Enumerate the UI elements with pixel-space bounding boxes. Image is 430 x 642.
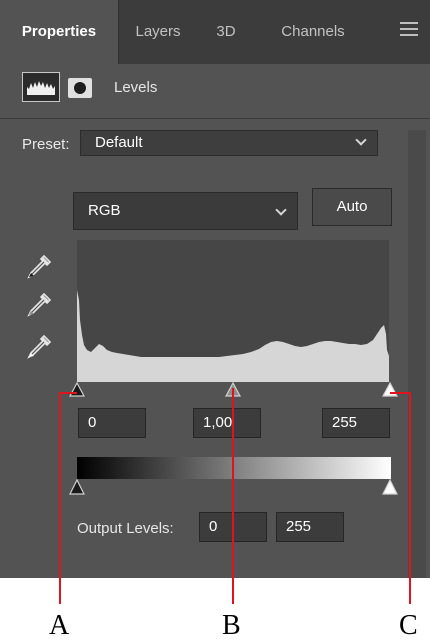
output-white-level-field[interactable]: 255 bbox=[276, 512, 344, 542]
panel-scrollbar[interactable] bbox=[408, 130, 426, 578]
black-point-eyedropper-icon[interactable] bbox=[24, 252, 54, 282]
adjustment-header bbox=[0, 64, 430, 118]
annotation-letter-c: C bbox=[399, 610, 418, 641]
chevron-down-icon bbox=[355, 134, 367, 146]
input-gamma-field[interactable]: 1,00 bbox=[193, 408, 261, 438]
channel-dropdown[interactable]: RGB bbox=[73, 192, 298, 230]
output-slider-track bbox=[69, 478, 398, 495]
white-output-slider[interactable] bbox=[382, 478, 398, 495]
histogram bbox=[77, 240, 389, 382]
properties-panel: Properties Layers 3D Channels Levels Pre… bbox=[0, 0, 430, 578]
tab-layers[interactable]: Layers bbox=[120, 0, 196, 64]
white-input-slider[interactable] bbox=[381, 381, 399, 397]
preset-dropdown[interactable]: Default bbox=[80, 130, 378, 156]
header-divider bbox=[0, 118, 430, 119]
output-black-level-field[interactable]: 0 bbox=[199, 512, 267, 542]
layer-mask-icon[interactable] bbox=[68, 78, 92, 98]
channel-value: RGB bbox=[88, 202, 121, 219]
annotation-letter-b: B bbox=[222, 610, 241, 641]
tab-properties[interactable]: Properties bbox=[0, 0, 119, 64]
tab-3d[interactable]: 3D bbox=[196, 0, 256, 64]
annotation-letter-a: A bbox=[49, 610, 70, 641]
chevron-down-icon bbox=[275, 204, 287, 216]
gray-point-eyedropper-icon[interactable] bbox=[24, 290, 54, 320]
preset-label: Preset: bbox=[22, 136, 70, 153]
hamburger-menu-icon[interactable] bbox=[400, 22, 418, 36]
preset-value: Default bbox=[95, 134, 143, 151]
tab-channels[interactable]: Channels bbox=[258, 0, 368, 64]
auto-button[interactable]: Auto bbox=[312, 188, 392, 226]
adjustment-title: Levels bbox=[114, 79, 158, 96]
input-white-level-field[interactable]: 255 bbox=[322, 408, 390, 438]
midtone-input-slider[interactable] bbox=[224, 381, 242, 397]
input-slider-track bbox=[68, 381, 399, 397]
output-levels-label: Output Levels: bbox=[77, 520, 174, 537]
panel-tab-bar: Properties Layers 3D Channels bbox=[0, 0, 430, 64]
white-point-eyedropper-icon[interactable] bbox=[24, 332, 54, 362]
levels-histogram-icon[interactable] bbox=[22, 72, 60, 102]
input-black-level-field[interactable]: 0 bbox=[78, 408, 146, 438]
black-input-slider[interactable] bbox=[68, 381, 86, 397]
black-output-slider[interactable] bbox=[69, 478, 85, 495]
